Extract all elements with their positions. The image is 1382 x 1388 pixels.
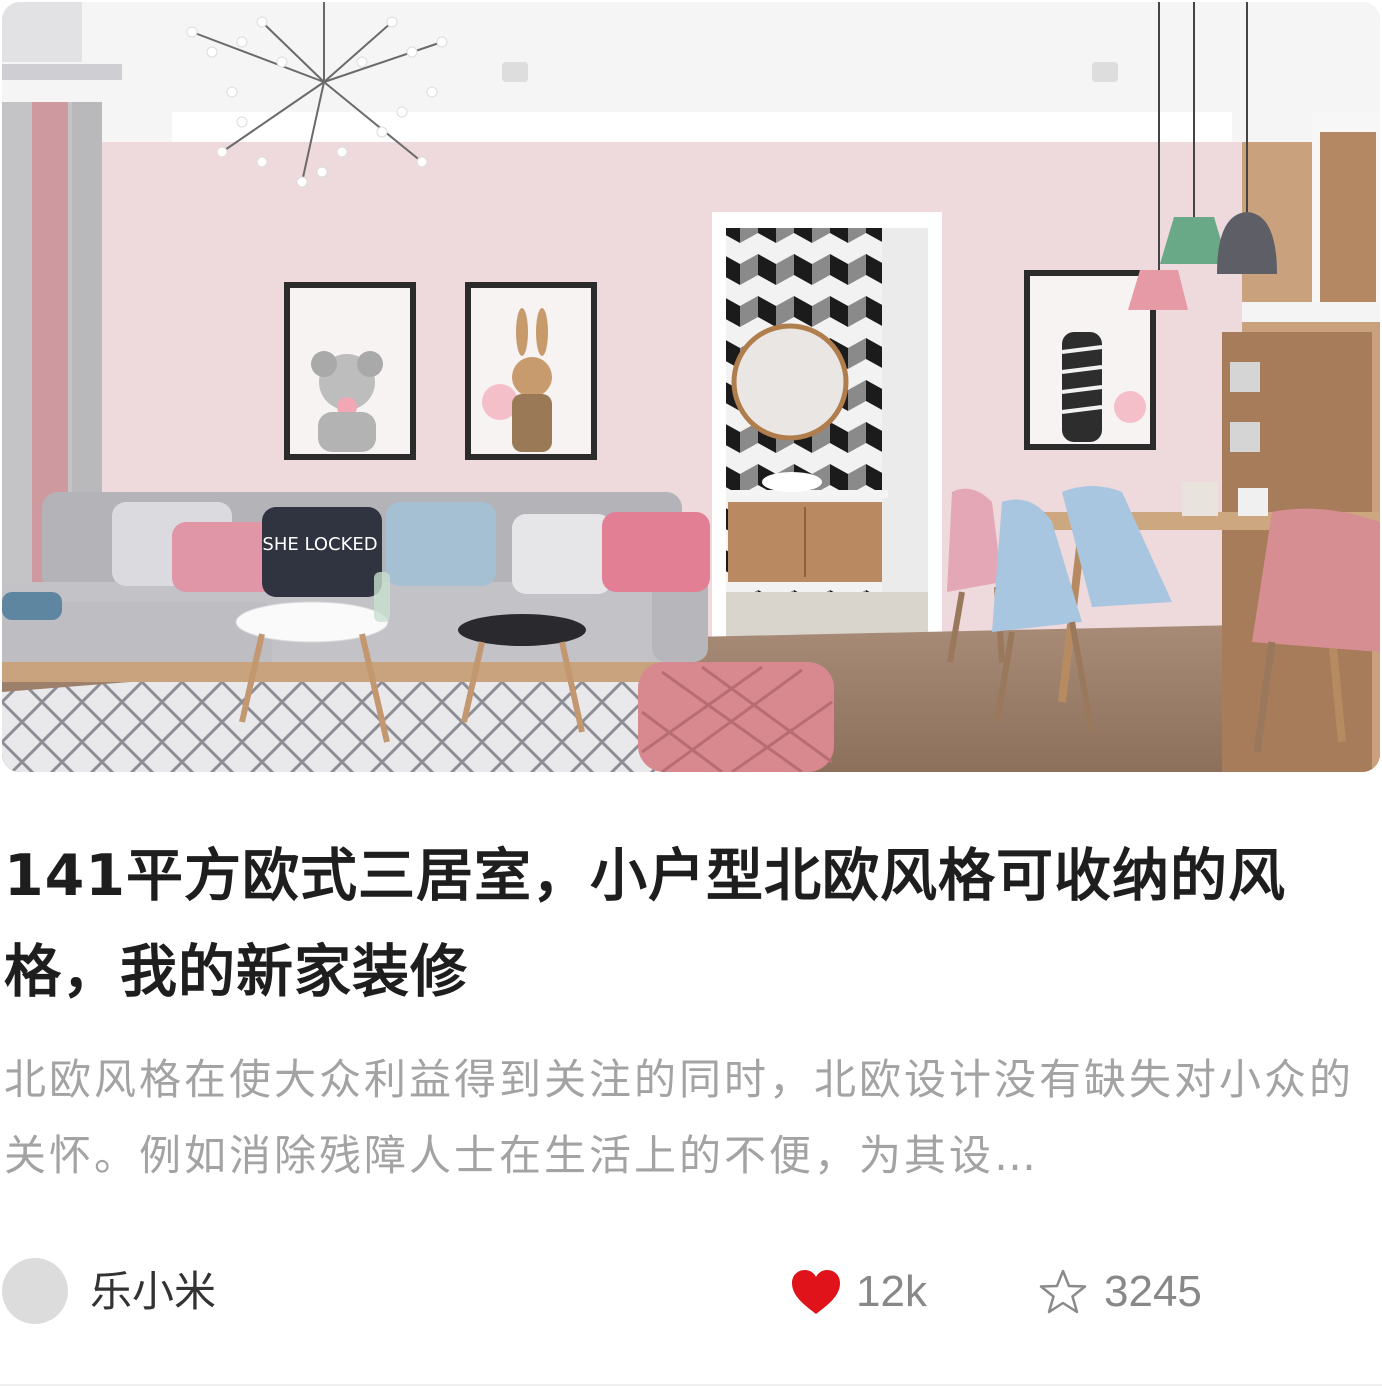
article-footer: 乐小米 12k 3245 [0, 1256, 1382, 1328]
heart-icon [792, 1270, 840, 1314]
article-summary: 北欧风格在使大众利益得到关注的同时，北欧设计没有缺失对小众的关怀。例如消除残障人… [4, 1055, 1355, 1180]
divider [0, 1384, 1382, 1386]
like-count: 12k [856, 1267, 927, 1316]
author-name[interactable]: 乐小米 [90, 1264, 216, 1320]
article-card[interactable]: SHE LOCKED 141平方欧式三居室，小户型北欧风格可收纳的风格，我的新家… [0, 0, 1382, 1388]
star-icon [1039, 1269, 1087, 1314]
favorite-count: 3245 [1104, 1267, 1202, 1316]
like-button[interactable]: 12k [790, 1264, 927, 1320]
article-title[interactable]: 141平方欧式三居室，小户型北欧风格可收纳的风格，我的新家装修 [4, 828, 1382, 1020]
cover-image[interactable]: SHE LOCKED [2, 2, 1380, 772]
pillow-text: SHE LOCKED [262, 534, 377, 555]
avatar[interactable] [2, 1258, 68, 1324]
favorite-button[interactable]: 3245 [1038, 1264, 1202, 1320]
